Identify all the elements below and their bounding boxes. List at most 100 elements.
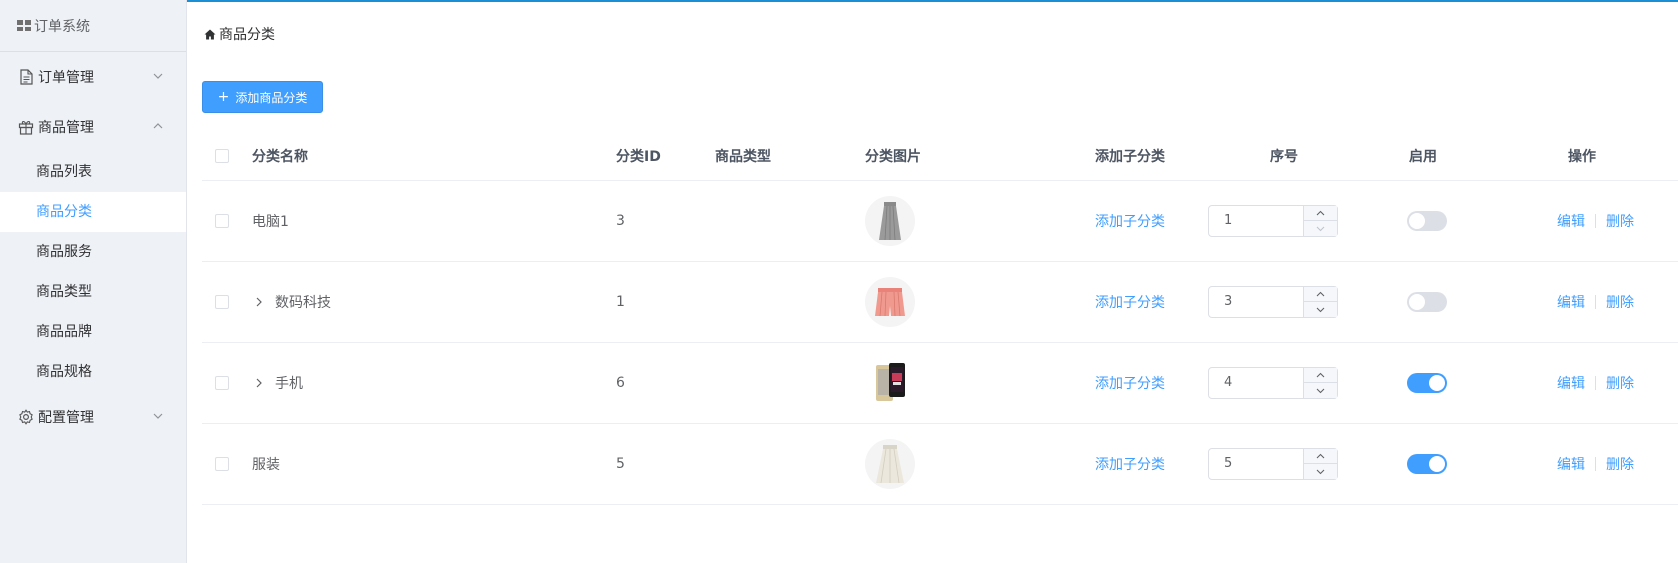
chevron-up-icon <box>1316 210 1325 216</box>
home-icon <box>204 29 216 39</box>
delete-link[interactable]: 删除 <box>1606 454 1634 474</box>
sidebar-item-product-service[interactable]: 商品服务 <box>0 232 186 272</box>
edit-link[interactable]: 编辑 <box>1557 373 1585 393</box>
enable-switch[interactable] <box>1407 373 1447 393</box>
menu-group-config[interactable]: 配置管理 <box>0 392 186 442</box>
divider <box>1595 214 1596 228</box>
order-value[interactable]: 4 <box>1224 368 1232 398</box>
document-icon <box>17 68 35 86</box>
delete-link[interactable]: 删除 <box>1606 292 1634 312</box>
category-name: 数码科技 <box>275 295 331 311</box>
add-category-button[interactable]: + 添加商品分类 <box>202 81 323 113</box>
chevron-up-icon <box>1316 291 1325 297</box>
chevron-up-icon <box>1316 372 1325 378</box>
decrease-button[interactable] <box>1304 221 1337 236</box>
chevron-down-icon <box>1316 469 1325 474</box>
category-name: 手机 <box>275 376 303 392</box>
gift-icon <box>17 118 35 136</box>
category-name: 电脑1 <box>252 214 289 230</box>
category-image-phone <box>865 358 915 408</box>
row-checkbox[interactable] <box>215 214 229 228</box>
add-child-link[interactable]: 添加子分类 <box>1095 292 1165 312</box>
breadcrumb: 商品分类 <box>204 24 275 44</box>
order-value[interactable]: 5 <box>1224 449 1232 479</box>
divider <box>1595 376 1596 390</box>
category-image-pink-shorts <box>865 277 915 327</box>
menu-group-label: 商品管理 <box>38 120 94 136</box>
table-header: 分类名称 分类ID 商品类型 分类图片 添加子分类 序号 启用 操作 <box>202 132 1678 181</box>
header-type: 商品类型 <box>715 149 771 165</box>
order-stepper[interactable]: 4 <box>1208 367 1338 399</box>
category-id: 6 <box>616 375 625 391</box>
select-all-checkbox[interactable] <box>215 149 229 163</box>
sidebar-item-product-category[interactable]: 商品分类 <box>0 192 186 232</box>
edit-link[interactable]: 编辑 <box>1557 454 1585 474</box>
order-value[interactable]: 3 <box>1224 287 1232 317</box>
order-value[interactable]: 1 <box>1224 206 1232 236</box>
edit-link[interactable]: 编辑 <box>1557 211 1585 231</box>
gear-icon <box>17 408 35 426</box>
sidebar-item-product-brand[interactable]: 商品品牌 <box>0 312 186 352</box>
order-stepper[interactable]: 1 <box>1208 205 1338 237</box>
expand-row-icon[interactable] <box>252 297 266 307</box>
divider <box>1595 457 1596 471</box>
row-checkbox[interactable] <box>215 295 229 309</box>
enable-switch[interactable] <box>1407 454 1447 474</box>
delete-link[interactable]: 删除 <box>1606 211 1634 231</box>
chevron-up-icon <box>153 123 163 129</box>
header-actions: 操作 <box>1568 149 1596 165</box>
app-brand: 订单系统 <box>0 0 186 52</box>
category-id: 5 <box>616 456 625 472</box>
add-child-link[interactable]: 添加子分类 <box>1095 211 1165 231</box>
increase-button[interactable] <box>1304 368 1337 383</box>
table-row: 电脑1 3 添加子分类 1 编辑 删除 <box>202 181 1678 262</box>
menu-group-orders[interactable]: 订单管理 <box>0 52 186 102</box>
table-row: 数码科技 1 添加子分类 3 编辑 删除 <box>202 262 1678 343</box>
decrease-button[interactable] <box>1304 383 1337 398</box>
chevron-down-icon <box>153 413 163 419</box>
increase-button[interactable] <box>1304 449 1337 464</box>
row-checkbox[interactable] <box>215 457 229 471</box>
category-id: 1 <box>616 294 625 310</box>
expand-row-icon[interactable] <box>252 378 266 388</box>
add-child-link[interactable]: 添加子分类 <box>1095 454 1165 474</box>
sidebar: 订单系统 订单管理 商品管理 商品列表 商品分类 商品服务 商品类型 商品品牌 … <box>0 0 187 563</box>
header-add-child: 添加子分类 <box>1095 149 1165 165</box>
chevron-down-icon <box>1316 388 1325 393</box>
order-stepper[interactable]: 3 <box>1208 286 1338 318</box>
header-name: 分类名称 <box>252 149 308 165</box>
category-name: 服装 <box>252 457 280 473</box>
table-row: 服装 5 添加子分类 5 编辑 删除 <box>202 424 1678 505</box>
chevron-down-icon <box>1316 226 1325 231</box>
chevron-up-icon <box>1316 453 1325 459</box>
enable-switch[interactable] <box>1407 211 1447 231</box>
header-order: 序号 <box>1270 149 1298 165</box>
divider <box>1595 295 1596 309</box>
edit-link[interactable]: 编辑 <box>1557 292 1585 312</box>
sidebar-item-product-list[interactable]: 商品列表 <box>0 152 186 192</box>
header-enabled: 启用 <box>1409 149 1437 165</box>
app-title: 订单系统 <box>34 18 90 35</box>
add-child-link[interactable]: 添加子分类 <box>1095 373 1165 393</box>
category-table: 分类名称 分类ID 商品类型 分类图片 添加子分类 序号 启用 操作 电脑1 3… <box>202 132 1678 505</box>
decrease-button[interactable] <box>1304 302 1337 317</box>
menu-group-label: 订单管理 <box>38 70 94 86</box>
menu-group-products[interactable]: 商品管理 <box>0 102 186 152</box>
category-image-white-skirt <box>865 439 915 489</box>
order-stepper[interactable]: 5 <box>1208 448 1338 480</box>
grid-icon <box>17 20 31 31</box>
increase-button[interactable] <box>1304 287 1337 302</box>
chevron-down-icon <box>1316 307 1325 312</box>
enable-switch[interactable] <box>1407 292 1447 312</box>
row-checkbox[interactable] <box>215 376 229 390</box>
sidebar-item-product-type[interactable]: 商品类型 <box>0 272 186 312</box>
increase-button[interactable] <box>1304 206 1337 221</box>
plus-icon: + <box>217 89 230 105</box>
category-id: 3 <box>616 213 625 229</box>
header-image: 分类图片 <box>865 149 921 165</box>
delete-link[interactable]: 删除 <box>1606 373 1634 393</box>
header-id: 分类ID <box>616 149 661 165</box>
decrease-button[interactable] <box>1304 464 1337 479</box>
menu-group-label: 配置管理 <box>38 410 94 426</box>
sidebar-item-product-spec[interactable]: 商品规格 <box>0 352 186 392</box>
